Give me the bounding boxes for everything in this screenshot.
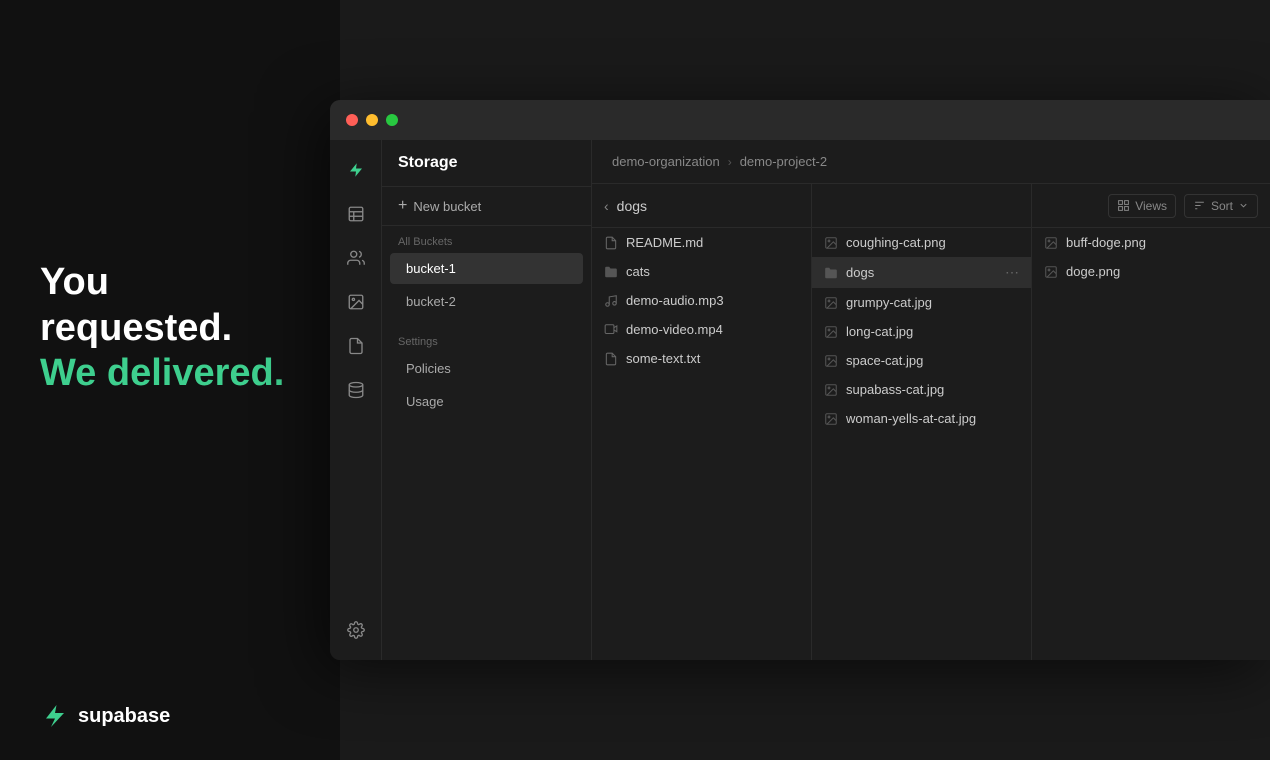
views-button[interactable]: Views bbox=[1108, 194, 1176, 218]
file-item[interactable]: demo-audio.mp3 bbox=[592, 286, 811, 315]
sort-icon bbox=[1193, 199, 1206, 212]
file-item[interactable]: README.md bbox=[592, 228, 811, 257]
file-name: woman-yells-at-cat.jpg bbox=[846, 411, 1019, 426]
sort-label: Sort bbox=[1211, 199, 1233, 213]
chevron-down-icon bbox=[1238, 200, 1249, 211]
column-2-header bbox=[812, 184, 1031, 228]
file-name: dogs bbox=[846, 265, 997, 280]
supabase-branding: supabase bbox=[0, 672, 340, 760]
file-item[interactable]: buff-doge.png bbox=[1032, 228, 1270, 257]
image-icon bbox=[824, 236, 838, 250]
file-icon bbox=[604, 236, 618, 250]
nav-title: Storage bbox=[382, 140, 591, 187]
breadcrumb-sep1: › bbox=[728, 155, 732, 169]
sidebar-database-icon[interactable] bbox=[338, 372, 374, 408]
image-icon bbox=[824, 354, 838, 368]
more-icon[interactable]: ⋯ bbox=[1005, 264, 1019, 281]
image-icon bbox=[1044, 236, 1058, 250]
column-3-header: Views Sort bbox=[1032, 184, 1270, 228]
file-item[interactable]: space-cat.jpg bbox=[812, 346, 1031, 375]
file-name: space-cat.jpg bbox=[846, 353, 1019, 368]
image-icon bbox=[824, 412, 838, 426]
breadcrumb-project[interactable]: demo-project-2 bbox=[740, 154, 827, 169]
sidebar-image-icon[interactable] bbox=[338, 284, 374, 320]
file-name: README.md bbox=[626, 235, 799, 250]
sidebar-bolt-icon[interactable] bbox=[338, 152, 374, 188]
file-name: cats bbox=[626, 264, 799, 279]
file-item[interactable]: demo-video.mp4 bbox=[592, 315, 811, 344]
all-buckets-label: All Buckets bbox=[382, 226, 591, 252]
views-label: Views bbox=[1135, 199, 1167, 213]
file-item[interactable]: some-text.txt bbox=[592, 344, 811, 373]
file-column-1: ‹ dogs README.md bbox=[592, 184, 812, 660]
maximize-button[interactable] bbox=[386, 114, 398, 126]
file-item[interactable]: long-cat.jpg bbox=[812, 317, 1031, 346]
file-list-1: README.md cats bbox=[592, 228, 811, 660]
folder-icon bbox=[824, 266, 838, 280]
hero-section: You requested. We delivered. bbox=[0, 200, 340, 457]
nav-bucket-2[interactable]: bucket-2 bbox=[390, 286, 583, 317]
file-name: grumpy-cat.jpg bbox=[846, 295, 1019, 310]
column-1-header: ‹ dogs bbox=[592, 184, 811, 228]
file-item[interactable]: supabass-cat.jpg bbox=[812, 375, 1031, 404]
file-list-2: coughing-cat.png dogs ⋯ bbox=[812, 228, 1031, 660]
sidebar bbox=[330, 140, 382, 660]
nav-bucket-1[interactable]: bucket-1 bbox=[390, 253, 583, 284]
column-1-title: dogs bbox=[617, 198, 647, 214]
app-body: Storage + New bucket All Buckets bucket-… bbox=[330, 140, 1270, 660]
title-bar bbox=[330, 100, 1270, 140]
file-item[interactable]: dogs ⋯ bbox=[812, 257, 1031, 288]
file-item[interactable]: woman-yells-at-cat.jpg bbox=[812, 404, 1031, 433]
file-name: supabass-cat.jpg bbox=[846, 382, 1019, 397]
sidebar-file-icon[interactable] bbox=[338, 328, 374, 364]
file-column-2: coughing-cat.png dogs ⋯ bbox=[812, 184, 1032, 660]
sidebar-table-icon[interactable] bbox=[338, 196, 374, 232]
file-column-3: Views Sort bbox=[1032, 184, 1270, 660]
file-item[interactable]: coughing-cat.png bbox=[812, 228, 1031, 257]
file-icon bbox=[604, 352, 618, 366]
breadcrumb: demo-organization › demo-project-2 bbox=[592, 140, 1270, 184]
image-icon bbox=[824, 325, 838, 339]
hero-line2: We delivered. bbox=[40, 351, 300, 397]
back-button[interactable]: ‹ bbox=[604, 198, 609, 214]
video-icon bbox=[604, 323, 618, 337]
file-name: doge.png bbox=[1066, 264, 1258, 279]
file-browser: ‹ dogs README.md bbox=[592, 184, 1270, 660]
hero-line1: You requested. bbox=[40, 260, 300, 351]
image-icon bbox=[1044, 265, 1058, 279]
new-bucket-label: New bucket bbox=[413, 199, 481, 214]
views-icon bbox=[1117, 199, 1130, 212]
folder-icon bbox=[604, 265, 618, 279]
image-icon bbox=[824, 296, 838, 310]
file-name: buff-doge.png bbox=[1066, 235, 1258, 250]
plus-icon: + bbox=[398, 197, 407, 215]
app-window: Storage + New bucket All Buckets bucket-… bbox=[330, 100, 1270, 660]
nav-policies[interactable]: Policies bbox=[390, 353, 583, 384]
supabase-logo-text: supabase bbox=[78, 705, 170, 728]
sidebar-users-icon[interactable] bbox=[338, 240, 374, 276]
breadcrumb-org[interactable]: demo-organization bbox=[612, 154, 720, 169]
file-name: demo-audio.mp3 bbox=[626, 293, 799, 308]
image-icon bbox=[824, 383, 838, 397]
audio-icon bbox=[604, 294, 618, 308]
nav-usage[interactable]: Usage bbox=[390, 386, 583, 417]
supabase-logo-icon bbox=[40, 702, 68, 730]
settings-section-label: Settings bbox=[382, 326, 591, 352]
file-name: coughing-cat.png bbox=[846, 235, 1019, 250]
close-button[interactable] bbox=[346, 114, 358, 126]
nav-panel: Storage + New bucket All Buckets bucket-… bbox=[382, 140, 592, 660]
file-item[interactable]: cats bbox=[592, 257, 811, 286]
sidebar-gear-icon[interactable] bbox=[338, 612, 374, 648]
file-item[interactable]: doge.png bbox=[1032, 257, 1270, 286]
new-bucket-button[interactable]: + New bucket bbox=[382, 187, 591, 226]
file-item[interactable]: grumpy-cat.jpg bbox=[812, 288, 1031, 317]
minimize-button[interactable] bbox=[366, 114, 378, 126]
main-content: demo-organization › demo-project-2 ‹ dog… bbox=[592, 140, 1270, 660]
sort-button[interactable]: Sort bbox=[1184, 194, 1258, 218]
left-background: You requested. We delivered. supabase bbox=[0, 0, 340, 760]
file-name: demo-video.mp4 bbox=[626, 322, 799, 337]
file-list-3: buff-doge.png doge.png bbox=[1032, 228, 1270, 660]
file-name: some-text.txt bbox=[626, 351, 799, 366]
file-name: long-cat.jpg bbox=[846, 324, 1019, 339]
